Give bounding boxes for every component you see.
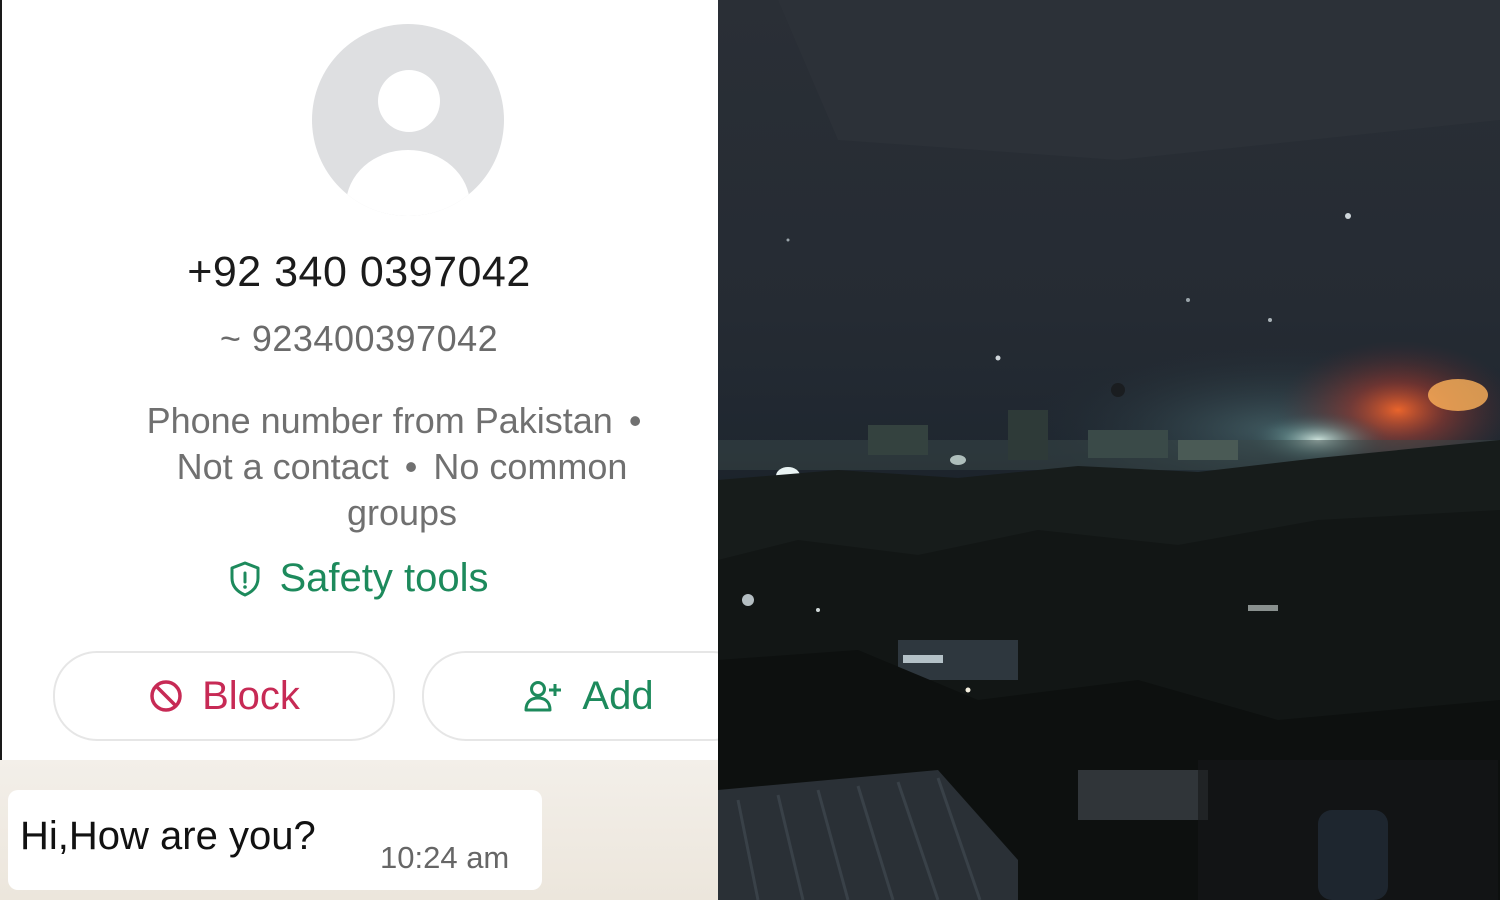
info-separator: • bbox=[628, 400, 642, 441]
safety-tools-link[interactable]: Safety tools bbox=[0, 556, 718, 601]
info-separator: • bbox=[404, 446, 418, 487]
shield-icon bbox=[230, 561, 260, 596]
add-person-icon bbox=[524, 681, 562, 712]
info-origin: Phone number from Pakistan bbox=[146, 400, 613, 441]
night-city-photo bbox=[718, 0, 1500, 900]
add-label: Add bbox=[582, 673, 654, 718]
safety-tools-label: Safety tools bbox=[279, 556, 489, 600]
contact-alt-name: ~ 923400397042 bbox=[219, 318, 499, 359]
avatar-head bbox=[378, 70, 440, 132]
info-groups: groups bbox=[346, 492, 458, 533]
block-icon bbox=[150, 680, 182, 712]
avatar-body bbox=[346, 150, 470, 216]
message-text: Hi,How are you? bbox=[20, 814, 316, 858]
avatar bbox=[312, 24, 504, 216]
contact-info-screenshot: +92 340 0397042 ~ 923400397042 Phone num… bbox=[0, 0, 718, 900]
phone-number: +92 340 0397042 bbox=[187, 248, 531, 296]
info-not-contact: Not a contact bbox=[176, 446, 389, 487]
night-scene-illustration bbox=[718, 0, 1500, 900]
message-time: 10:24 am bbox=[380, 840, 510, 875]
info-common-groups: No common bbox=[433, 446, 628, 487]
block-label: Block bbox=[202, 673, 300, 718]
contact-details: Phone number from Pakistan • Not a contac… bbox=[92, 398, 712, 536]
block-button[interactable]: Block bbox=[53, 651, 395, 741]
add-contact-button[interactable]: Add bbox=[422, 651, 718, 741]
